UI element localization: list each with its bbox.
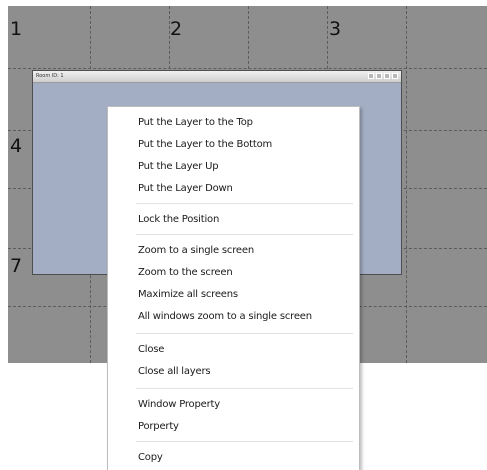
menu-item-property[interactable]: Porperty xyxy=(138,417,353,437)
menu-separator xyxy=(136,441,353,442)
screen-number-4: 4 xyxy=(10,135,23,157)
context-menu: Put the Layer to the Top Put the Layer t… xyxy=(107,106,360,470)
layer-window-title: Room ID: 1 xyxy=(36,73,64,79)
grid-divider xyxy=(406,6,407,363)
screen-number-1: 1 xyxy=(10,18,23,40)
menu-item-window-property[interactable]: Window Property xyxy=(138,395,353,415)
screen-number-7: 7 xyxy=(10,255,23,277)
menu-item-copy[interactable]: Copy xyxy=(138,448,353,468)
layer-window-titlebar[interactable]: Room ID: 1 xyxy=(33,71,401,83)
menu-item-layer-up[interactable]: Put the Layer Up xyxy=(138,157,353,177)
menu-item-zoom-screen[interactable]: Zoom to the screen xyxy=(138,263,353,283)
menu-separator xyxy=(136,333,353,334)
menu-item-lock-position[interactable]: Lock the Position xyxy=(138,210,353,230)
menu-item-close-all-layers[interactable]: Close all layers xyxy=(138,362,353,382)
menu-item-zoom-single-screen[interactable]: Zoom to a single screen xyxy=(138,241,353,261)
maximize-icon[interactable] xyxy=(376,73,382,79)
menu-item-all-zoom-single[interactable]: All windows zoom to a single screen xyxy=(138,307,353,327)
menu-item-layer-down[interactable]: Put the Layer Down xyxy=(138,179,353,199)
layer-window-controls xyxy=(368,73,398,79)
menu-separator xyxy=(136,234,353,235)
restore-icon[interactable] xyxy=(368,73,374,79)
screen-number-3: 3 xyxy=(329,18,342,40)
menu-separator xyxy=(136,203,353,204)
screen-number-2: 2 xyxy=(170,18,183,40)
menu-item-layer-to-bottom[interactable]: Put the Layer to the Bottom xyxy=(138,135,353,155)
minimize-icon[interactable] xyxy=(384,73,390,79)
video-wall-screen: 1 2 3 4 7 Room ID: 1 Put the Layer to th… xyxy=(0,0,487,470)
close-icon[interactable] xyxy=(392,73,398,79)
menu-item-close[interactable]: Close xyxy=(138,340,353,360)
grid-divider xyxy=(8,68,487,69)
menu-item-maximize-all[interactable]: Maximize all screens xyxy=(138,285,353,305)
menu-separator xyxy=(136,388,353,389)
menu-item-layer-to-top[interactable]: Put the Layer to the Top xyxy=(138,113,353,133)
